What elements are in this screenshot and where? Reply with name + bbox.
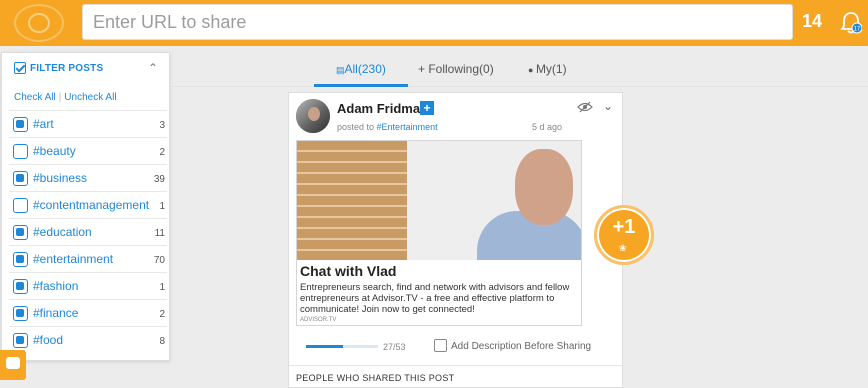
tab-following[interactable]: + Following(0)	[418, 62, 494, 76]
logo-icon[interactable]	[14, 4, 64, 42]
tag-count: 2	[159, 309, 165, 320]
tag-count: 39	[153, 174, 165, 185]
tag-checkbox[interactable]	[13, 252, 28, 267]
tag-row[interactable]: #business 39	[9, 164, 167, 191]
add-author-button[interactable]: +	[420, 101, 434, 115]
tag-checkbox[interactable]	[13, 198, 28, 213]
tag-count: 8	[159, 336, 165, 347]
tag-checkbox[interactable]	[13, 279, 28, 294]
tag-list: #art 3 #beauty 2 #business 39 #contentmanag…	[9, 110, 167, 353]
progress-fill	[306, 345, 343, 348]
avatar[interactable]	[296, 99, 330, 133]
chevron-up-icon[interactable]: ⌃	[148, 61, 158, 75]
author-name[interactable]: Adam Fridman	[337, 101, 428, 116]
tag-row[interactable]: #finance 2	[9, 299, 167, 326]
posted-to: posted to #Entertainment	[337, 122, 438, 132]
url-input[interactable]	[82, 4, 793, 40]
tabs-divider	[170, 86, 868, 87]
tab-my[interactable]: ● My(1)	[528, 62, 567, 76]
top-bar: 14 17	[0, 0, 868, 46]
filter-panel: FILTER POSTS ⌃ Check All | Uncheck All #ar…	[1, 52, 170, 361]
tag-checkbox[interactable]	[13, 225, 28, 240]
filter-header[interactable]: FILTER POSTS	[14, 62, 103, 74]
uncheck-all-link[interactable]: Uncheck All	[64, 92, 116, 103]
tag-row[interactable]: #fashion 1	[9, 272, 167, 299]
user-icon: ●	[528, 65, 536, 75]
chat-icon[interactable]	[0, 350, 26, 380]
post-card: Adam Fridman + posted to #Entertainment …	[288, 92, 623, 388]
tag-checkbox[interactable]	[13, 333, 28, 348]
tag-count: 1	[159, 201, 165, 212]
progress-bar	[306, 345, 378, 348]
tag-name: #contentmanagement	[33, 198, 150, 212]
tag-name: #business	[33, 171, 88, 185]
tag-checkbox[interactable]	[13, 306, 28, 321]
shared-by-heading: PEOPLE WHO SHARED THIS POST	[296, 373, 455, 383]
post-time: 5 d ago	[532, 122, 563, 132]
check-all-link[interactable]: Check All	[14, 92, 56, 103]
filter-check-icon	[14, 62, 26, 74]
tag-count: 1	[159, 282, 165, 293]
link-preview[interactable]: Chat with Vlad Entrepreneurs search, fin…	[296, 140, 582, 326]
plus-one-label: +1	[612, 216, 636, 238]
tab-all[interactable]: ▤All(230)	[336, 62, 386, 76]
tag-checkbox[interactable]	[13, 171, 28, 186]
progress-text: 27/53	[383, 342, 406, 352]
preview-title: Chat with Vlad	[300, 263, 397, 279]
tag-row[interactable]: #art 3	[9, 110, 167, 137]
twitter-icon: ❀	[619, 243, 627, 253]
tag-checkbox[interactable]	[13, 117, 28, 132]
preview-description: Entrepreneurs search, find and network w…	[300, 282, 570, 315]
hide-icon[interactable]	[577, 101, 593, 113]
share-count: 14	[802, 11, 823, 31]
tag-name: #education	[33, 225, 92, 239]
plus-one-button[interactable]: +1 ❀	[594, 205, 654, 265]
tag-row[interactable]: #food 8	[9, 326, 167, 353]
tag-row[interactable]: #contentmanagement 1	[9, 191, 167, 218]
chevron-down-icon[interactable]: ⌄	[603, 99, 613, 113]
add-description-label[interactable]: Add Description Before Sharing	[451, 341, 591, 352]
card-divider	[289, 365, 622, 366]
tag-count: 3	[159, 120, 165, 131]
tag-name: #food	[33, 333, 64, 347]
channel-link[interactable]: #Entertainment	[377, 122, 438, 132]
tag-name: #art	[33, 117, 54, 131]
tag-row[interactable]: #education 11	[9, 218, 167, 245]
check-links: Check All | Uncheck All	[14, 92, 117, 103]
tag-name: #finance	[33, 306, 79, 320]
active-tab-indicator	[314, 84, 408, 87]
tag-name: #beauty	[33, 144, 76, 158]
tag-name: #fashion	[33, 279, 79, 293]
tag-row[interactable]: #beauty 2	[9, 137, 167, 164]
preview-source: ADVISOR.TV	[300, 317, 337, 323]
tag-count: 70	[153, 255, 165, 266]
preview-image	[297, 141, 581, 260]
add-description-checkbox[interactable]	[434, 339, 447, 352]
filter-title: FILTER POSTS	[30, 62, 104, 74]
tag-checkbox[interactable]	[13, 144, 28, 159]
notification-badge: 17	[854, 27, 861, 33]
tag-row[interactable]: #entertainment 70	[9, 245, 167, 272]
tag-count: 2	[159, 147, 165, 158]
tag-count: 11	[154, 228, 165, 239]
document-icon: ▤	[336, 65, 345, 75]
bell-icon[interactable]: 17	[840, 11, 862, 35]
tag-name: #entertainment	[33, 252, 114, 266]
